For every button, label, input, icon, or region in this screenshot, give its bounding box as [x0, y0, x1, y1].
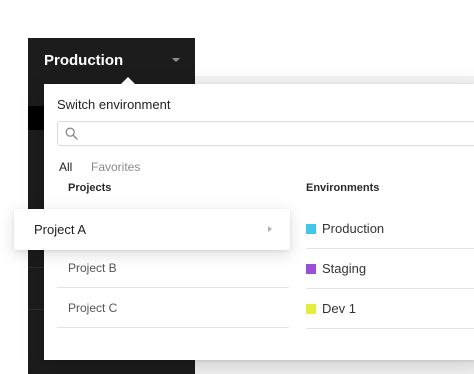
project-row-a-highlighted[interactable]: Project A	[14, 209, 290, 250]
environment-row-dev-1[interactable]: Dev 1	[306, 289, 474, 329]
tab-favorites[interactable]: Favorites	[91, 160, 140, 174]
project-row-b[interactable]: Project B	[57, 248, 289, 288]
chevron-down-icon	[172, 58, 180, 62]
environment-label: Staging	[322, 261, 367, 276]
row-divider	[306, 328, 474, 329]
panel-pointer	[121, 77, 135, 84]
environment-color-swatch	[306, 304, 316, 314]
environment-color-swatch	[306, 264, 316, 274]
search-field[interactable]	[57, 121, 474, 146]
environment-label: Dev 1	[322, 301, 356, 316]
environment-row-staging[interactable]: Staging	[306, 249, 474, 289]
environment-color-swatch	[306, 224, 316, 234]
project-row-c[interactable]: Project C	[57, 288, 289, 328]
current-environment-name: Production	[44, 52, 124, 69]
tab-all[interactable]: All	[59, 160, 72, 174]
project-label: Project A	[34, 222, 87, 237]
row-divider	[57, 327, 289, 328]
project-label: Project C	[68, 301, 118, 315]
panel-title: Switch environment	[57, 97, 171, 112]
search-input[interactable]	[84, 124, 474, 143]
search-icon	[65, 127, 78, 140]
projects-column-header: Projects	[68, 182, 112, 194]
chevron-right-icon	[268, 226, 272, 232]
sidebar-divider	[28, 309, 44, 310]
environment-row-production[interactable]: Production	[306, 209, 474, 249]
sidebar-active-item-indicator	[28, 106, 44, 130]
environments-column-header: Environments	[306, 182, 380, 194]
sidebar-divider	[28, 267, 44, 268]
environment-selector[interactable]: Production	[28, 38, 195, 83]
project-label: Project B	[68, 261, 117, 275]
environment-label: Production	[322, 221, 385, 236]
